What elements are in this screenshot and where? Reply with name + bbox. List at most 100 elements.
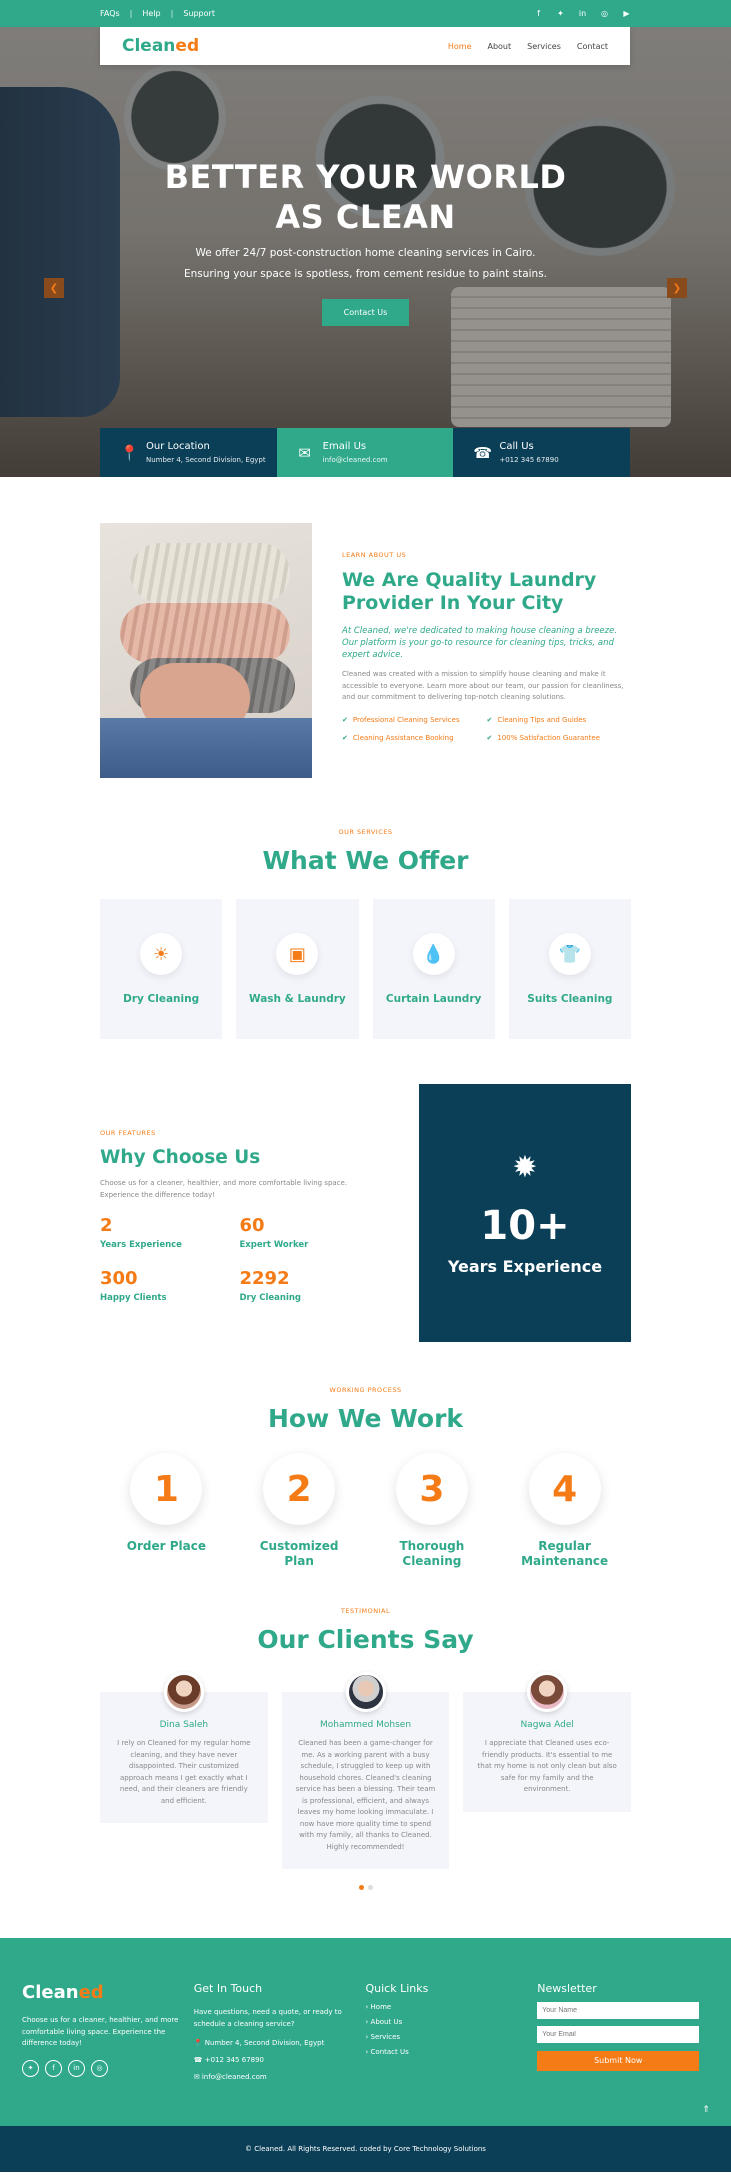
stat-item: 2292 Dry Cleaning bbox=[239, 1268, 302, 1303]
services-title: What We Offer bbox=[262, 846, 469, 875]
about-checklist: Professional Cleaning Services Cleaning … bbox=[342, 716, 631, 742]
location-pin-icon: 📍 bbox=[120, 443, 139, 462]
location-info: 📍 Our Location Number 4, Second Division,… bbox=[100, 428, 277, 477]
envelope-icon: ✉ bbox=[193, 2073, 202, 2081]
process-step: 3 Thorough Cleaning bbox=[366, 1453, 499, 1569]
testimonial-card: Dina Saleh I rely on Cleaned for my regu… bbox=[100, 1672, 268, 1823]
experience-number: 10+ bbox=[480, 1203, 570, 1249]
linkedin-icon[interactable]: in bbox=[578, 9, 587, 18]
about-body: Cleaned was created with a mission to si… bbox=[342, 670, 624, 701]
hero-title: BETTER YOUR WORLD AS CLEAN bbox=[164, 158, 567, 236]
youtube-icon[interactable]: ▶ bbox=[622, 9, 631, 18]
top-social: f ✦ in ◎ ▶ bbox=[534, 9, 631, 18]
features-body: Choose us for a cleaner, healthier, and … bbox=[100, 1179, 348, 1199]
check-item: Cleaning Tips and Guides bbox=[487, 716, 632, 724]
footer-contact: Get In Touch Have questions, need a quot… bbox=[193, 1982, 342, 2081]
testimonial-section: TESTIMONIAL Our Clients Say Dina Saleh I… bbox=[0, 1569, 731, 1890]
footer-about: Cleaned Choose us for a cleaner, healthi… bbox=[22, 1982, 194, 2126]
phone-icon: ☎ bbox=[193, 2056, 205, 2064]
newsletter-name-input[interactable] bbox=[537, 2002, 700, 2019]
shirt-icon: 👕 bbox=[548, 933, 591, 975]
location-pin-icon: 📍 bbox=[193, 2039, 205, 2047]
instagram-icon[interactable]: ◎ bbox=[600, 9, 609, 18]
newsletter-email-input[interactable] bbox=[537, 2026, 700, 2043]
service-card-wash-laundry[interactable]: ▣ Wash & Laundry bbox=[236, 899, 359, 1039]
experience-label: Years Experience bbox=[447, 1257, 603, 1276]
twitter-icon[interactable]: ✦ bbox=[556, 9, 565, 18]
instagram-icon[interactable]: ◎ bbox=[91, 2059, 108, 2077]
hero-content: BETTER YOUR WORLD AS CLEAN We offer 24/7 … bbox=[0, 157, 731, 326]
features-title: Why Choose Us bbox=[100, 1147, 261, 1168]
support-link[interactable]: Support bbox=[183, 9, 215, 18]
top-bar: FAQs | Help | Support f ✦ in ◎ ▶ bbox=[0, 0, 731, 27]
about-lead: At Cleaned, we're dedicated to making ho… bbox=[342, 626, 618, 660]
badge-icon: ✹ bbox=[512, 1150, 538, 1185]
stat-item: 300 Happy Clients bbox=[100, 1268, 167, 1303]
twitter-icon[interactable]: ✦ bbox=[22, 2059, 39, 2077]
experience-box: ✹ 10+ Years Experience bbox=[419, 1084, 631, 1342]
footer-newsletter: Newsletter Submit Now bbox=[537, 1982, 709, 2126]
testimonial-card: Mohammed Mohsen Cleaned has been a game-… bbox=[281, 1672, 450, 1869]
linkedin-icon[interactable]: in bbox=[68, 2059, 85, 2077]
navbar: Cleaned Home About Services Contact bbox=[100, 27, 630, 65]
about-title: We Are Quality Laundry Provider In Your … bbox=[342, 569, 597, 614]
service-card-suits-cleaning[interactable]: 👕 Suits Cleaning bbox=[508, 899, 631, 1039]
footer-links: Quick Links Home About Us Services Conta… bbox=[366, 1982, 538, 2126]
faqs-link[interactable]: FAQs bbox=[100, 9, 120, 18]
nav-home[interactable]: Home bbox=[448, 42, 472, 51]
carousel-dots[interactable] bbox=[0, 1885, 731, 1890]
hero: Cleaned Home About Services Contact ❮ ❯ … bbox=[0, 27, 731, 477]
stat-item: 60 Expert Worker bbox=[239, 1215, 309, 1250]
sun-cloud-icon: ☀ bbox=[140, 933, 183, 975]
check-item: 100% Satisfaction Guarantee bbox=[487, 734, 632, 742]
process-step: 4 Regular Maintenance bbox=[498, 1453, 631, 1569]
phone-icon: ☎ bbox=[473, 443, 493, 462]
check-item: Cleaning Assistance Booking bbox=[342, 734, 487, 742]
logo[interactable]: Cleaned bbox=[122, 36, 199, 56]
footer-link-home[interactable]: Home bbox=[366, 2003, 538, 2011]
facebook-icon[interactable]: f bbox=[45, 2059, 62, 2077]
nav-services[interactable]: Services bbox=[527, 42, 561, 51]
submit-button[interactable]: Submit Now bbox=[537, 2051, 700, 2071]
check-item: Professional Cleaning Services bbox=[342, 716, 487, 724]
email-info: ✉ Email Us info@cleaned.com bbox=[276, 428, 454, 477]
footer-logo[interactable]: Cleaned bbox=[22, 1982, 194, 2003]
about-section: LEARN ABOUT US We Are Quality Laundry Pr… bbox=[0, 477, 731, 778]
top-links: FAQs | Help | Support bbox=[100, 9, 215, 18]
process-section: WORKING PROCESS How We Work 1 Order Place… bbox=[0, 1342, 731, 1569]
footer-link-contact[interactable]: Contact Us bbox=[366, 2048, 538, 2056]
phone-info: ☎ Call Us +012 345 67890 bbox=[453, 428, 631, 477]
process-title: How We Work bbox=[267, 1404, 464, 1433]
testimonial-card: Nagwa Adel I appreciate that Cleaned use… bbox=[463, 1672, 632, 1812]
soap-icon: ▣ bbox=[276, 933, 319, 975]
help-link[interactable]: Help bbox=[142, 9, 160, 18]
back-to-top-button[interactable]: ⇑ bbox=[697, 2101, 715, 2119]
copyright-text: © Cleaned. All Rights Reserved. coded by… bbox=[245, 2145, 486, 2153]
drop-icon: 💧 bbox=[412, 933, 455, 975]
services-kicker: OUR SERVICES bbox=[338, 828, 393, 836]
contact-us-button[interactable]: Contact Us bbox=[321, 299, 410, 326]
avatar bbox=[345, 1672, 386, 1712]
separator: | bbox=[129, 9, 133, 18]
facebook-icon[interactable]: f bbox=[534, 9, 543, 18]
features-kicker: OUR FEATURES bbox=[100, 1129, 156, 1137]
info-bar: 📍 Our Location Number 4, Second Division,… bbox=[100, 428, 631, 477]
service-card-curtain-laundry[interactable]: 💧 Curtain Laundry bbox=[372, 899, 495, 1039]
footer-link-about[interactable]: About Us bbox=[366, 2018, 538, 2026]
stats-grid: 2 Years Experience 60 Expert Worker 300 Hap… bbox=[100, 1215, 379, 1303]
process-kicker: WORKING PROCESS bbox=[329, 1386, 402, 1394]
process-step: 1 Order Place bbox=[100, 1453, 233, 1569]
avatar bbox=[163, 1672, 204, 1712]
footer: Cleaned Choose us for a cleaner, healthi… bbox=[0, 1938, 731, 2126]
about-image bbox=[100, 523, 312, 778]
features-section: OUR FEATURES Why Choose Us Choose us for… bbox=[0, 1039, 731, 1342]
footer-link-services[interactable]: Services bbox=[366, 2033, 538, 2041]
service-card-dry-cleaning[interactable]: ☀ Dry Cleaning bbox=[100, 899, 223, 1039]
avatar bbox=[527, 1672, 568, 1712]
nav-contact[interactable]: Contact bbox=[577, 42, 608, 51]
testimonial-title: Our Clients Say bbox=[257, 1625, 474, 1654]
separator: | bbox=[170, 9, 174, 18]
nav-about[interactable]: About bbox=[487, 42, 511, 51]
hero-subtitle: We offer 24/7 post-construction home cle… bbox=[183, 247, 548, 280]
services-section: OUR SERVICES What We Offer ☀ Dry Cleanin… bbox=[0, 778, 731, 1039]
